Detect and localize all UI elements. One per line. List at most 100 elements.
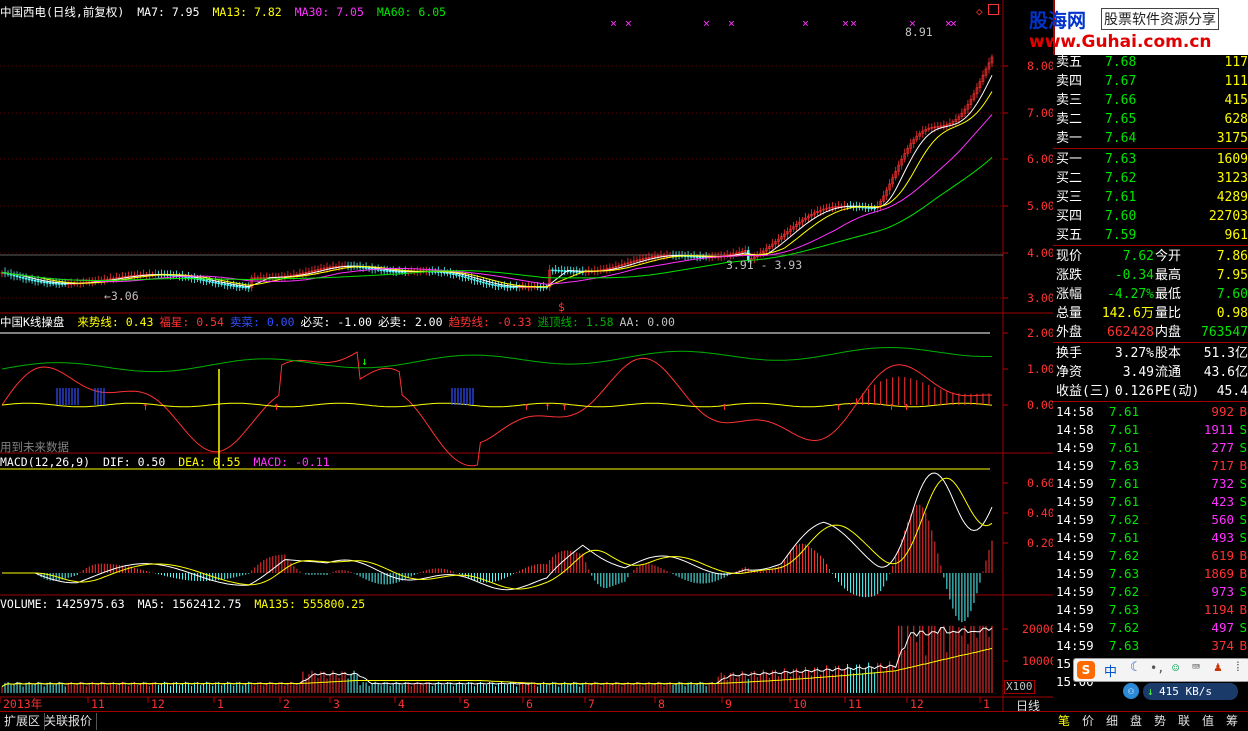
ask-row[interactable]: 卖三 7.66 415 <box>1053 91 1248 110</box>
candle-body <box>232 285 236 287</box>
maximize-icon[interactable] <box>988 4 999 15</box>
right-tab-0[interactable]: 笔 <box>1053 713 1075 730</box>
tick-price: 7.61 <box>1109 404 1140 419</box>
user-icon[interactable]: ♟ <box>1214 660 1222 675</box>
keyboard-icon[interactable]: ⌨ <box>1192 660 1200 675</box>
candle-body <box>235 285 239 288</box>
tick-row[interactable]: 14:59 7.62 497 S <box>1053 619 1248 637</box>
candle-body <box>379 269 383 272</box>
date-tick-label: 10 <box>793 697 807 711</box>
quote-label: 量比 <box>1155 306 1182 321</box>
price-pane-header: 中国西电(日线,前复权) MA7: 7.95 MA13: 7.82 MA30: … <box>0 5 452 19</box>
candle-body <box>33 279 37 282</box>
tick-row[interactable]: 14:59 7.62 560 S <box>1053 511 1248 529</box>
date-tick-label: 7 <box>588 697 595 711</box>
price-title: 中国西电(日线,前复权) <box>0 5 125 19</box>
candle-body <box>506 286 509 288</box>
right-tab-5[interactable]: 联 <box>1173 713 1195 730</box>
diamond-icon[interactable]: ◇ <box>976 5 983 18</box>
sogou-s-icon[interactable]: S <box>1077 661 1095 679</box>
candle-body <box>873 207 876 210</box>
grid-icon[interactable]: ⁞ <box>1234 660 1242 675</box>
network-icon: ⚇ <box>1123 683 1139 699</box>
tick-price: 7.63 <box>1109 602 1140 617</box>
smile-icon[interactable]: ☺ <box>1172 661 1179 675</box>
tick-row[interactable]: 14:59 7.63 717 B <box>1053 457 1248 475</box>
ask-row[interactable]: 卖二 7.65 628 <box>1053 110 1248 129</box>
tick-time: 14:59 <box>1056 512 1094 527</box>
candle-body <box>361 266 365 269</box>
bid-row[interactable]: 买一 7.63 1609 <box>1053 150 1248 169</box>
ask-row[interactable]: 卖五 7.68 117 <box>1053 53 1248 72</box>
buy-arrow-icon: ↑ <box>888 399 895 413</box>
tick-row[interactable]: 14:59 7.61 493 S <box>1053 529 1248 547</box>
right-tab-4[interactable]: 势 <box>1149 713 1171 730</box>
signal-mark: × <box>802 16 809 30</box>
tick-time: 14:59 <box>1056 620 1094 635</box>
price-tick-label: 4.00 <box>1027 246 1053 260</box>
candle-body <box>211 281 214 283</box>
tick-row[interactable]: 14:59 7.63 1194 B <box>1053 601 1248 619</box>
bid-row[interactable]: 买四 7.60 22703 <box>1053 207 1248 226</box>
future-data-note: 用到未来数据 <box>0 440 69 454</box>
tick-row[interactable]: 14:59 7.61 732 S <box>1053 475 1248 493</box>
ime-toolbar[interactable]: S 中 ☾ •, ☺ ⌨ ♟ ⁞ <box>1073 658 1248 682</box>
low-price-label: ←3.06 <box>104 289 139 303</box>
k-tick-label: 2.00 <box>1027 326 1053 340</box>
tick-row[interactable]: 14:58 7.61 1911 S <box>1053 421 1248 439</box>
tick-volume: 992 <box>1211 404 1234 419</box>
tick-time: 14:59 <box>1056 638 1094 653</box>
candle-body <box>202 279 205 282</box>
candle-body <box>382 269 386 272</box>
candle-body <box>488 283 491 285</box>
tick-row[interactable]: 14:59 7.63 374 B <box>1053 637 1248 655</box>
tab-extension-area[interactable]: 扩展区 <box>0 713 46 730</box>
tick-time: 14:59 <box>1056 584 1094 599</box>
candle-body <box>867 207 870 209</box>
quote-value: -4.27% <box>1107 287 1154 302</box>
right-tab-1[interactable]: 价 <box>1077 713 1099 730</box>
level-label: 买四 <box>1056 209 1083 224</box>
tick-row[interactable]: 14:58 7.61 992 B <box>1053 403 1248 421</box>
right-tab-6[interactable]: 值 <box>1197 713 1219 730</box>
moon-icon[interactable]: ☾ <box>1130 660 1138 675</box>
candle-body <box>244 286 248 289</box>
quote-label: 最低 <box>1155 287 1182 302</box>
candle-body <box>18 276 22 278</box>
tick-row[interactable]: 14:59 7.61 423 S <box>1053 493 1248 511</box>
tick-volume: 1869 <box>1203 566 1234 581</box>
ask-row[interactable]: 卖一 7.64 3175 <box>1053 129 1248 148</box>
quote-value: 662428 <box>1107 325 1154 340</box>
tick-time: 14:59 <box>1056 458 1094 473</box>
bid-row[interactable]: 买五 7.59 961 <box>1053 226 1248 245</box>
tick-volume: 493 <box>1211 530 1234 545</box>
buy-arrow-icon: ↑ <box>561 399 568 413</box>
tick-row[interactable]: 14:59 7.61 277 S <box>1053 439 1248 457</box>
tick-row[interactable]: 14:59 7.63 1869 B <box>1053 565 1248 583</box>
sell-arrow-icon: ↓ <box>361 354 368 368</box>
right-tab-7[interactable]: 筹 <box>1221 713 1243 730</box>
ime-mode-label[interactable]: 中 <box>1104 661 1117 680</box>
candle-body <box>557 269 560 272</box>
candle-body <box>551 269 554 272</box>
level-label: 买五 <box>1056 228 1083 243</box>
right-tab-2[interactable]: 细 <box>1101 713 1123 730</box>
tick-side: S <box>1239 620 1247 635</box>
punct-icon[interactable]: •, <box>1150 661 1164 675</box>
tick-row[interactable]: 14:59 7.62 619 B <box>1053 547 1248 565</box>
bid-row[interactable]: 买三 7.61 4289 <box>1053 188 1248 207</box>
quote-label: 涨跌 <box>1056 268 1083 283</box>
candle-body <box>455 274 458 276</box>
stats-value: 45.4 <box>1216 384 1248 399</box>
candle-body <box>563 270 567 272</box>
right-tab-3[interactable]: 盘 <box>1125 713 1147 730</box>
stats-label: PE(动) <box>1155 384 1200 399</box>
macd-tick-label: 0.20 <box>1027 536 1053 550</box>
date-tick-label: 12 <box>910 697 924 711</box>
date-tick-label: 1 <box>217 697 224 711</box>
ask-row[interactable]: 卖四 7.67 111 <box>1053 72 1248 91</box>
bid-row[interactable]: 买二 7.62 3123 <box>1053 169 1248 188</box>
tick-row[interactable]: 14:59 7.62 973 S <box>1053 583 1248 601</box>
k-indicator-4: 必卖: 2.00 <box>377 315 443 329</box>
tab-related-quotes[interactable]: 关联报价 <box>40 713 98 730</box>
